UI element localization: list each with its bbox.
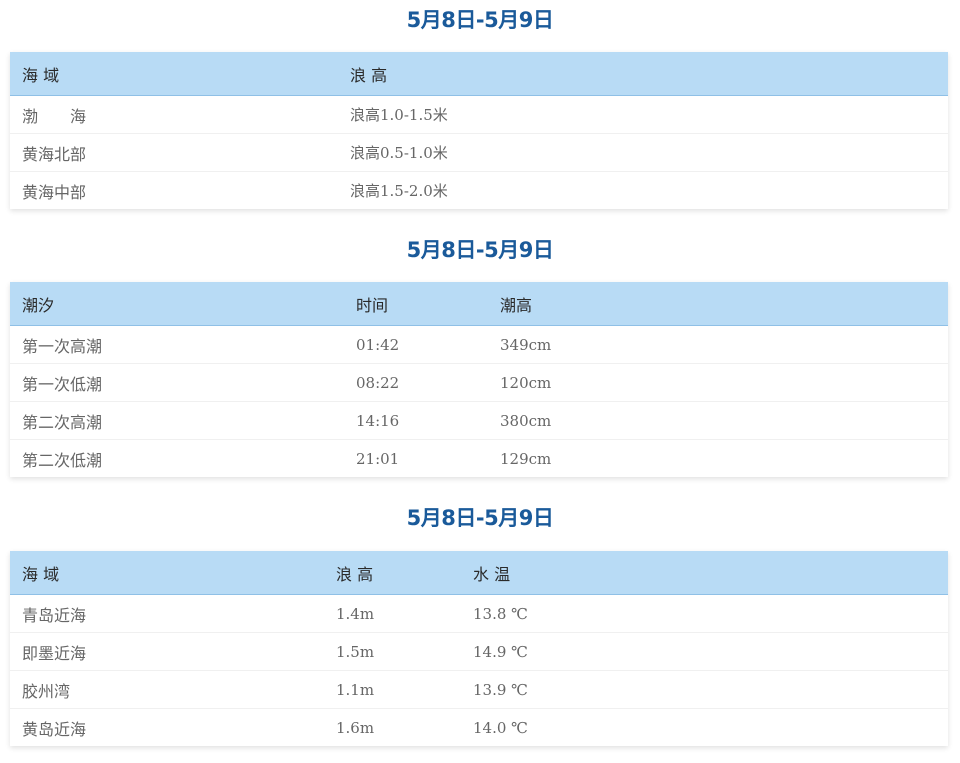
tide-height-cell: 349cm bbox=[500, 335, 552, 354]
header-time: 时间 bbox=[356, 295, 389, 315]
table-row: 第二次高潮 14:16 380cm bbox=[10, 402, 948, 440]
wave-height-cell: 浪高0.5-1.0米 bbox=[350, 144, 448, 162]
table-row: 第二次低潮 21:01 129cm bbox=[10, 440, 948, 477]
tide-type-cell: 第一次低潮 bbox=[22, 374, 103, 394]
time-cell: 14:16 bbox=[356, 411, 400, 430]
sea-area-cell: 即墨近海 bbox=[22, 643, 87, 663]
table-header: 海 域 浪 高 水 温 bbox=[10, 551, 948, 595]
wave-height-cell: 1.6m bbox=[336, 718, 375, 737]
header-sea-area: 海 域 bbox=[22, 564, 60, 584]
wave-height-cell: 1.4m bbox=[336, 604, 375, 623]
sea-area-cell: 黄海北部 bbox=[22, 144, 87, 164]
sea-area-cell: 渤 海 bbox=[22, 106, 87, 126]
time-cell: 01:42 bbox=[356, 335, 400, 354]
water-temp-cell: 14.0 ℃ bbox=[473, 718, 528, 737]
table-row: 黄海中部 浪高1.5-2.0米 bbox=[10, 172, 948, 209]
table-row: 渤 海 浪高1.0-1.5米 bbox=[10, 96, 948, 134]
water-temp-cell: 13.9 ℃ bbox=[473, 680, 528, 699]
tide-type-cell: 第二次高潮 bbox=[22, 412, 103, 432]
header-wave-height: 浪 高 bbox=[336, 564, 374, 584]
coastal-forecast-table: 海 域 浪 高 水 温 青岛近海 1.4m 13.8 ℃ 即墨近海 1.5m 1… bbox=[10, 551, 948, 746]
table-row: 胶州湾 1.1m 13.9 ℃ bbox=[10, 671, 948, 709]
wave-height-cell: 浪高1.0-1.5米 bbox=[350, 106, 448, 124]
section-title-waves: 5月8日-5月9日 bbox=[406, 8, 554, 32]
section-title-tides: 5月8日-5月9日 bbox=[406, 238, 554, 262]
sea-area-cell: 黄海中部 bbox=[22, 182, 87, 202]
table-header: 潮汐 时间 潮高 bbox=[10, 282, 948, 326]
time-cell: 21:01 bbox=[356, 449, 400, 468]
header-sea-area: 海 域 bbox=[22, 65, 60, 85]
table-row: 黄海北部 浪高0.5-1.0米 bbox=[10, 134, 948, 172]
header-water-temp: 水 温 bbox=[473, 564, 511, 584]
sea-area-cell: 青岛近海 bbox=[22, 605, 87, 625]
table-row: 黄岛近海 1.6m 14.0 ℃ bbox=[10, 709, 948, 746]
table-header: 海 域 浪 高 bbox=[10, 52, 948, 96]
header-tide: 潮汐 bbox=[22, 295, 55, 315]
tide-height-cell: 129cm bbox=[500, 449, 552, 468]
wave-height-table: 海 域 浪 高 渤 海 浪高1.0-1.5米 黄海北部 浪高0.5-1.0米 黄… bbox=[10, 52, 948, 209]
sea-area-cell: 胶州湾 bbox=[22, 681, 71, 701]
table-row: 青岛近海 1.4m 13.8 ℃ bbox=[10, 595, 948, 633]
wave-height-cell: 浪高1.5-2.0米 bbox=[350, 182, 448, 200]
tide-height-cell: 380cm bbox=[500, 411, 552, 430]
table-row: 第一次低潮 08:22 120cm bbox=[10, 364, 948, 402]
water-temp-cell: 14.9 ℃ bbox=[473, 642, 528, 661]
section-title-coastal: 5月8日-5月9日 bbox=[406, 506, 554, 530]
sea-area-cell: 黄岛近海 bbox=[22, 719, 87, 739]
tide-table: 潮汐 时间 潮高 第一次高潮 01:42 349cm 第一次低潮 08:22 1… bbox=[10, 282, 948, 477]
wave-height-cell: 1.1m bbox=[336, 680, 375, 699]
time-cell: 08:22 bbox=[356, 373, 400, 392]
table-row: 第一次高潮 01:42 349cm bbox=[10, 326, 948, 364]
tide-height-cell: 120cm bbox=[500, 373, 552, 392]
header-wave-height: 浪 高 bbox=[350, 65, 388, 85]
header-tide-height: 潮高 bbox=[500, 295, 533, 315]
tide-type-cell: 第二次低潮 bbox=[22, 450, 103, 470]
tide-type-cell: 第一次高潮 bbox=[22, 336, 103, 356]
table-row: 即墨近海 1.5m 14.9 ℃ bbox=[10, 633, 948, 671]
water-temp-cell: 13.8 ℃ bbox=[473, 604, 528, 623]
wave-height-cell: 1.5m bbox=[336, 642, 375, 661]
